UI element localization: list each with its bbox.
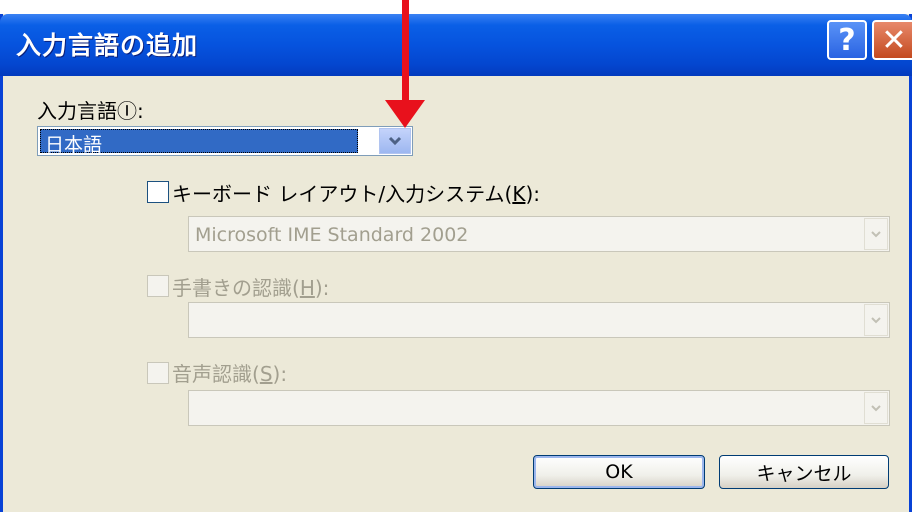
handwriting-dropdown-button[interactable] xyxy=(864,304,888,336)
close-icon: ✕ xyxy=(881,22,907,58)
speech-recognition-label: 音声認識(S): xyxy=(172,362,288,386)
input-language-dropdown-button[interactable] xyxy=(379,128,411,154)
chevron-down-icon xyxy=(871,317,881,324)
annotation-arrow-shaft xyxy=(402,0,409,104)
input-language-select[interactable]: 日本語 xyxy=(37,126,413,156)
keyboard-layout-select[interactable]: Microsoft IME Standard 2002 xyxy=(188,216,890,252)
chevron-down-icon xyxy=(871,405,881,412)
input-language-label: 入力言語Ⓘ: xyxy=(37,99,144,123)
window-title: 入力言語の追加 xyxy=(16,31,199,60)
chevron-down-icon xyxy=(388,136,402,146)
handwriting-select[interactable] xyxy=(188,302,890,338)
cancel-button[interactable]: キャンセル xyxy=(719,455,889,489)
keyboard-layout-dropdown-button[interactable] xyxy=(864,218,888,250)
ok-button[interactable]: OK xyxy=(533,455,705,489)
keyboard-layout-checkbox[interactable] xyxy=(147,181,169,203)
chevron-down-icon xyxy=(871,231,881,238)
speech-recognition-checkbox[interactable] xyxy=(147,362,169,384)
handwriting-checkbox[interactable] xyxy=(147,275,169,297)
keyboard-layout-label: キーボード レイアウト/入力システム(K): xyxy=(172,182,540,206)
close-button[interactable]: ✕ xyxy=(872,20,912,60)
input-language-selection: 日本語 xyxy=(40,129,358,156)
help-button[interactable]: ? xyxy=(827,20,867,60)
input-language-mnemonic: Ⓘ xyxy=(117,99,137,123)
handwriting-label: 手書きの認識(H): xyxy=(172,276,330,300)
annotation-arrow-icon xyxy=(385,100,425,128)
speech-recognition-select[interactable] xyxy=(188,390,890,426)
speech-recognition-dropdown-button[interactable] xyxy=(864,392,888,424)
keyboard-layout-value: Microsoft IME Standard 2002 xyxy=(195,224,469,246)
input-language-value: 日本語 xyxy=(45,134,103,156)
help-icon: ? xyxy=(838,22,856,58)
